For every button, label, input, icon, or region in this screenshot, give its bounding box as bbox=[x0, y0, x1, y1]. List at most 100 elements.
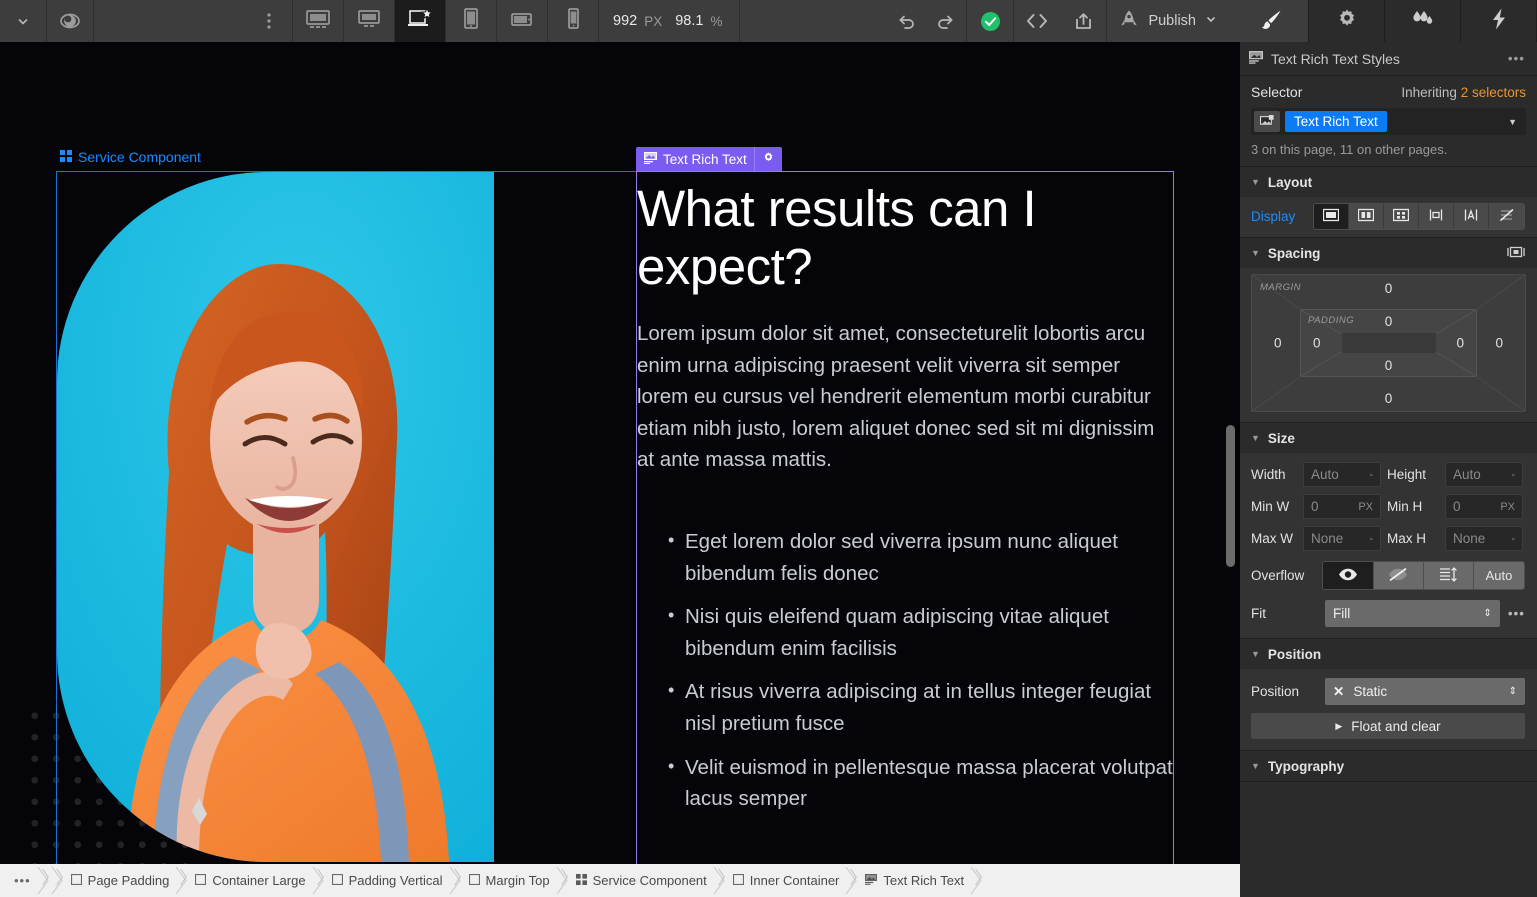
publish-button[interactable]: Publish bbox=[1107, 0, 1233, 42]
display-grid[interactable] bbox=[1384, 204, 1419, 229]
height-input[interactable]: Auto- bbox=[1445, 462, 1523, 487]
breadcrumb-item-service-component[interactable]: Service Component bbox=[570, 864, 713, 897]
viewport-zoom-readout[interactable]: 992 PX 98.1 % bbox=[599, 0, 739, 42]
interactions-panel-tab[interactable] bbox=[1385, 0, 1461, 42]
monitor-small-icon bbox=[356, 8, 382, 35]
fit-label: Fit bbox=[1251, 606, 1317, 621]
min-width-input[interactable]: 0PX bbox=[1303, 494, 1381, 519]
rich-text-settings-gear[interactable] bbox=[754, 147, 782, 171]
breadcrumb-item-page-padding[interactable]: Page Padding bbox=[65, 864, 176, 897]
layout-title: Layout bbox=[1268, 175, 1312, 190]
save-status-button[interactable] bbox=[967, 0, 1013, 42]
rich-text-element-icon bbox=[1254, 111, 1280, 132]
fit-select[interactable]: Fill ⇕ bbox=[1325, 600, 1500, 627]
settings-panel-tab[interactable] bbox=[1309, 0, 1385, 42]
share-button[interactable] bbox=[1060, 0, 1106, 42]
spacing-section-header[interactable]: ▼ Spacing bbox=[1240, 238, 1537, 268]
hero-image[interactable] bbox=[57, 172, 494, 862]
device-mobile-landscape[interactable] bbox=[497, 0, 547, 42]
list-item: At risus viverra adipiscing at in tellus… bbox=[637, 676, 1173, 739]
redo-button[interactable] bbox=[926, 0, 966, 42]
design-canvas[interactable]: Service Component bbox=[0, 42, 1240, 864]
publish-label: Publish bbox=[1148, 13, 1196, 29]
padding-bottom-value[interactable]: 0 bbox=[1385, 358, 1393, 373]
display-none[interactable] bbox=[1489, 204, 1524, 229]
breadcrumb-item-margin-top[interactable]: Margin Top bbox=[463, 864, 556, 897]
typography-title: Typography bbox=[1268, 759, 1344, 774]
breadcrumb-label: Margin Top bbox=[486, 873, 550, 888]
fit-more-options[interactable]: ••• bbox=[1508, 606, 1525, 621]
chevron-down-icon[interactable]: ▼ bbox=[1508, 117, 1526, 127]
style-panel-tab[interactable] bbox=[1233, 0, 1309, 42]
overflow-visible[interactable] bbox=[1323, 562, 1373, 589]
display-label[interactable]: Display bbox=[1251, 209, 1313, 224]
spacing-expand-icon[interactable] bbox=[1507, 245, 1525, 262]
breadcrumb-item-container-large[interactable]: Container Large bbox=[189, 864, 311, 897]
service-component-label[interactable]: Service Component bbox=[60, 149, 201, 165]
min-height-unit: PX bbox=[1500, 501, 1515, 513]
effects-panel-tab[interactable] bbox=[1461, 0, 1537, 42]
device-desktop-large[interactable] bbox=[293, 0, 343, 42]
min-width-unit: PX bbox=[1358, 501, 1373, 513]
menu-button[interactable] bbox=[0, 0, 46, 42]
padding-right-value[interactable]: 0 bbox=[1456, 336, 1464, 351]
margin-right-value[interactable]: 0 bbox=[1495, 336, 1503, 351]
position-select[interactable]: ✕ Static ⇕ bbox=[1325, 678, 1525, 705]
breadcrumb-item-padding-vertical[interactable]: Padding Vertical bbox=[326, 864, 449, 897]
fit-row: Fit Fill ⇕ ••• bbox=[1251, 600, 1525, 627]
more-options-button[interactable] bbox=[246, 0, 292, 42]
margin-bottom-value[interactable]: 0 bbox=[1385, 391, 1393, 406]
breadcrumb-item-inner-container[interactable]: Inner Container bbox=[727, 864, 846, 897]
overflow-hidden[interactable] bbox=[1374, 562, 1424, 589]
rich-text-selection-label[interactable]: Text Rich Text bbox=[636, 147, 782, 171]
display-flex[interactable] bbox=[1349, 204, 1384, 229]
device-mobile[interactable] bbox=[548, 0, 598, 42]
preview-button[interactable] bbox=[47, 0, 93, 42]
display-inline-block[interactable] bbox=[1419, 204, 1454, 229]
selector-usage-note: 3 on this page, 11 on other pages. bbox=[1251, 142, 1526, 157]
min-height-input[interactable]: 0PX bbox=[1445, 494, 1523, 519]
spacing-widget[interactable]: MARGIN 0 0 0 0 PADDING 0 0 0 0 bbox=[1240, 268, 1537, 422]
list-item: Velit euismod in pellentesque massa plac… bbox=[637, 752, 1173, 815]
selector-field[interactable]: Text Rich Text ▼ bbox=[1251, 108, 1526, 135]
display-inline[interactable] bbox=[1454, 204, 1489, 229]
position-section-header[interactable]: ▼ Position bbox=[1240, 639, 1537, 669]
padding-left-value[interactable]: 0 bbox=[1313, 336, 1321, 351]
padding-top-value[interactable]: 0 bbox=[1385, 314, 1393, 329]
margin-label: MARGIN bbox=[1260, 282, 1301, 293]
overflow-auto[interactable]: Auto bbox=[1474, 562, 1524, 589]
ellipsis-icon[interactable]: ••• bbox=[1508, 51, 1525, 66]
page-body[interactable]: Service Component bbox=[0, 42, 1240, 864]
canvas-scrollbar[interactable] bbox=[1226, 425, 1235, 567]
paragraph: Lorem ipsum dolor sit amet, consecteture… bbox=[637, 318, 1161, 476]
component-icon bbox=[576, 873, 587, 888]
vertical-dots-icon bbox=[267, 12, 271, 30]
rich-text-content[interactable]: What results can I expect? Lorem ipsum d… bbox=[637, 180, 1173, 827]
max-width-input[interactable]: None- bbox=[1303, 526, 1381, 551]
margin-top-value[interactable]: 0 bbox=[1385, 281, 1393, 296]
width-input[interactable]: Auto- bbox=[1303, 462, 1381, 487]
inheriting-count[interactable]: 2 selectors bbox=[1461, 85, 1526, 100]
device-tablet[interactable] bbox=[446, 0, 496, 42]
selector-chip[interactable]: Text Rich Text bbox=[1285, 111, 1387, 132]
margin-left-value[interactable]: 0 bbox=[1274, 336, 1282, 351]
viewport-width-unit: PX bbox=[644, 14, 662, 29]
overflow-scroll[interactable] bbox=[1424, 562, 1474, 589]
size-grid: Width Auto- Height Auto- Min W 0PX Min H… bbox=[1251, 462, 1525, 551]
breadcrumb-label: Inner Container bbox=[750, 873, 840, 888]
webflow-eye-icon bbox=[59, 10, 81, 32]
display-block[interactable] bbox=[1314, 204, 1349, 229]
monitor-icon bbox=[305, 8, 331, 35]
max-height-input[interactable]: None- bbox=[1445, 526, 1523, 551]
device-laptop[interactable] bbox=[395, 0, 445, 42]
float-and-clear-toggle[interactable]: ▶ Float and clear bbox=[1251, 713, 1525, 739]
breadcrumb-overflow[interactable]: ••• bbox=[8, 864, 37, 897]
size-section-header[interactable]: ▼ Size bbox=[1240, 423, 1537, 453]
typography-section-header[interactable]: ▼ Typography bbox=[1240, 751, 1537, 781]
x-icon[interactable]: ✕ bbox=[1333, 684, 1344, 700]
device-desktop[interactable] bbox=[344, 0, 394, 42]
code-export-button[interactable] bbox=[1014, 0, 1060, 42]
layout-section-header[interactable]: ▼ Layout bbox=[1240, 167, 1537, 197]
breadcrumb-item-text-rich-text[interactable]: Text Rich Text bbox=[859, 864, 970, 897]
undo-button[interactable] bbox=[886, 0, 926, 42]
